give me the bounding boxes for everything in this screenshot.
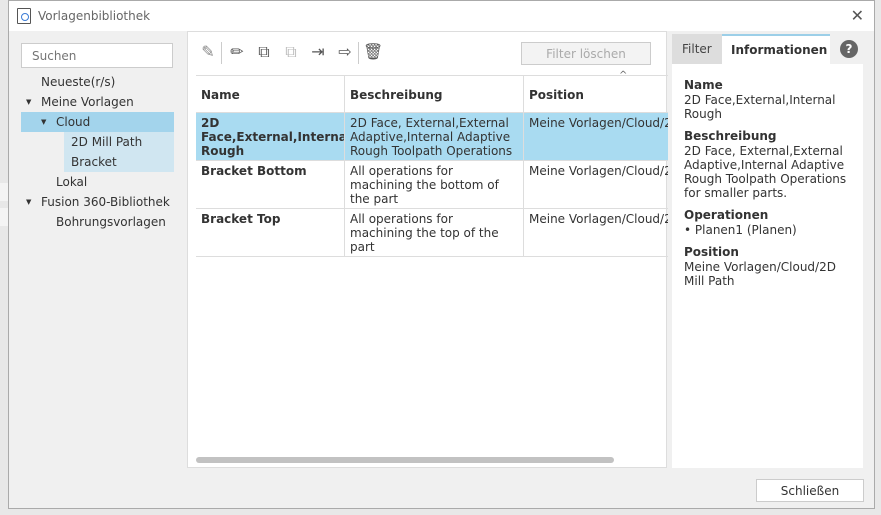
cell-description: 2D Face, External,External Adaptive,Inte… [345,113,524,160]
cell-position: Meine Vorlagen/Cloud/2D [529,212,668,226]
position-value: Meine Vorlagen/Cloud/2D Mill Path [684,260,836,288]
tree-label: 2D Mill Path [71,135,143,149]
cell-name: Bracket Top [196,209,345,256]
delete-trash-icon[interactable]: 🗑 [363,42,383,62]
horizontal-scrollbar[interactable] [196,457,614,463]
tab-filter[interactable]: Filter [672,34,722,64]
close-icon[interactable]: ✕ [851,6,864,25]
library-icon [17,8,31,24]
tree-item-fusion-library[interactable]: ▼ Fusion 360-Bibliothek [21,192,174,212]
operations-label: Operationen [684,208,769,222]
table-row[interactable]: 2D Face,External,Internal Rough 2D Face,… [196,113,668,161]
library-tree: Neueste(r/s) ▼ Meine Vorlagen ▼ Cloud 2D M… [21,72,174,232]
column-header-description[interactable]: Beschreibung [345,76,524,112]
tree-label: Fusion 360-Bibliothek [41,195,170,209]
tree-label: Meine Vorlagen [41,95,134,109]
tree-label: Cloud [56,115,91,129]
table-row[interactable]: Bracket Top All operations for machining… [196,209,668,257]
tree-label: Neueste(r/s) [41,75,116,89]
details-panel: Filter Informationen ? Name 2D Face,Exte… [672,34,863,468]
background-app [0,183,8,201]
tree-item-hole-templates[interactable]: Bohrungsvorlagen [21,212,174,232]
toolbar-divider [221,42,222,64]
tree-item-local[interactable]: Lokal [21,172,174,192]
tree-item-2d-mill-path[interactable]: 2D Mill Path [64,132,174,152]
operations-value: • Planen1 (Planen) [684,223,797,237]
export-icon[interactable]: ⇨ [335,42,355,62]
clear-filter-button[interactable]: Filter löschen [521,42,651,65]
new-template-icon[interactable]: ✎ [198,42,218,62]
toolbar-divider [358,42,359,64]
paste-icon[interactable]: ⧉ [281,42,301,62]
information-content: Name 2D Face,External,Internal Rough Bes… [672,64,863,468]
title-bar: Vorlagenbibliothek ✕ [9,1,874,31]
close-button[interactable]: Schließen [756,479,864,502]
column-header-position[interactable]: Position [524,76,668,112]
copy-icon[interactable]: ⧉ [254,42,274,62]
tree-label: Lokal [56,175,88,189]
name-value: 2D Face,External,Internal Rough [684,93,836,121]
cell-position: Meine Vorlagen/Cloud/2D [529,116,668,130]
template-list-panel: ✎ ✏ ⧉ ⧉ ⇥ ⇨ 🗑 Filter löschen ^ Name Besc… [187,31,668,468]
edit-pencil-icon[interactable]: ✏ [227,42,247,62]
tree-label: Bracket [71,155,117,169]
tree-item-bracket[interactable]: Bracket [64,152,174,172]
expand-arrow-icon[interactable]: ▼ [26,92,31,112]
tree-item-recent[interactable]: Neueste(r/s) [21,72,174,92]
help-icon[interactable]: ? [840,40,858,58]
tab-information[interactable]: Informationen [722,34,830,64]
name-label: Name [684,78,723,92]
position-label: Position [684,245,739,259]
expand-arrow-icon[interactable]: ▼ [41,112,46,132]
cell-description: All operations for machining the bottom … [345,161,524,208]
tree-item-my-templates[interactable]: ▼ Meine Vorlagen [21,92,174,112]
column-header-name[interactable]: Name [196,76,345,112]
cell-name: 2D Face,External,Internal Rough [196,113,345,160]
template-library-dialog: Vorlagenbibliothek ✕ Neueste(r/s) ▼ Meine… [8,0,875,509]
description-value: 2D Face, External,External Adaptive,Inte… [684,144,847,200]
expand-arrow-icon[interactable]: ▼ [26,192,31,212]
window-title: Vorlagenbibliothek [38,9,151,23]
cell-name: Bracket Bottom [196,161,345,208]
tree-label: Bohrungsvorlagen [56,215,166,229]
table-row[interactable]: Bracket Bottom All operations for machin… [196,161,668,209]
tree-item-cloud[interactable]: ▼ Cloud [21,112,174,132]
template-table: Name Beschreibung Position 2D Face,Exter… [196,75,668,257]
import-icon[interactable]: ⇥ [308,42,328,62]
background-app [0,208,8,226]
table-header: Name Beschreibung Position [196,76,668,113]
cell-description: All operations for machining the top of … [345,209,524,256]
cell-position: Meine Vorlagen/Cloud/2D [529,164,668,178]
search-input[interactable] [21,43,173,68]
description-label: Beschreibung [684,129,777,143]
